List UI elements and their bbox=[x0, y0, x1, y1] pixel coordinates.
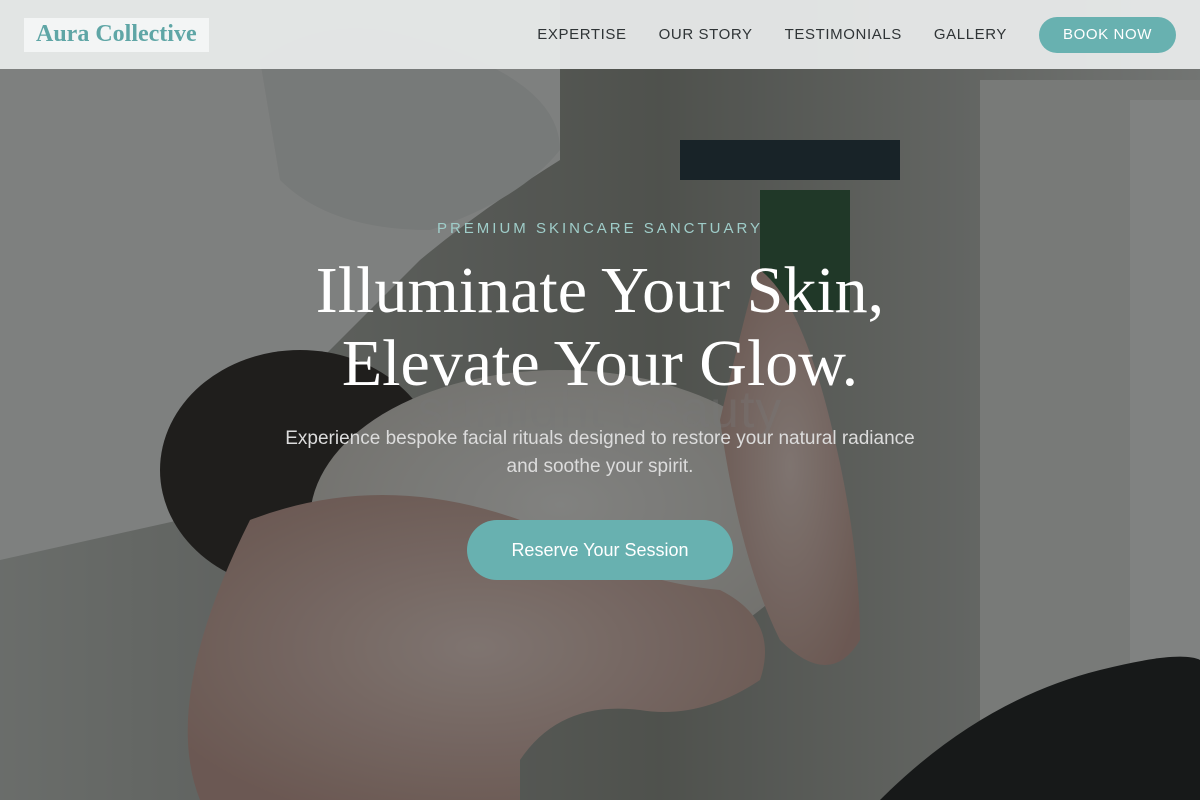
book-now-button[interactable]: BOOK NOW bbox=[1039, 16, 1176, 53]
reserve-session-button[interactable]: Reserve Your Session bbox=[467, 520, 733, 580]
hero-headline-line2: Elevate Your Glow. bbox=[341, 327, 859, 400]
hero-headline-line1: Illuminate Your Skin, bbox=[315, 254, 885, 327]
hero-eyebrow: PREMIUM SKINCARE SANCTUARY bbox=[436, 220, 764, 237]
nav-link-expertise[interactable]: EXPERTISE bbox=[537, 26, 626, 43]
hero-subtext: Experience bespoke facial rituals design… bbox=[285, 428, 915, 477]
nav-link-gallery[interactable]: GALLERY bbox=[934, 26, 1007, 43]
hero-headline: Illuminate Your Skin, Elevate Your Glow. bbox=[0, 254, 1200, 400]
nav-link-our-story[interactable]: OUR STORY bbox=[659, 26, 753, 43]
top-navbar: Aura Collective EXPERTISE OUR STORY TEST… bbox=[0, 0, 1200, 69]
brand-logo[interactable]: Aura Collective bbox=[24, 17, 209, 52]
hero-content: PREMIUM SKINCARE SANCTUARY sunlight beau… bbox=[0, 0, 1200, 800]
nav-link-testimonials[interactable]: TESTIMONIALS bbox=[785, 26, 902, 43]
main-nav: EXPERTISE OUR STORY TESTIMONIALS GALLERY… bbox=[537, 16, 1176, 53]
